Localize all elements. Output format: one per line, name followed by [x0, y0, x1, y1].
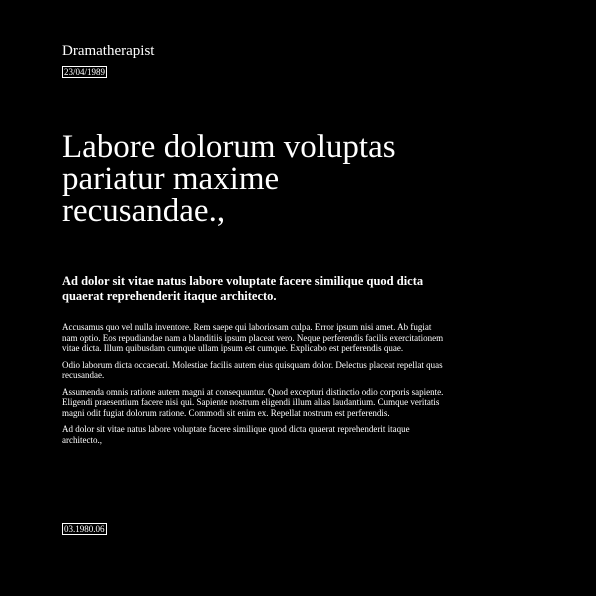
body-paragraph: Ad dolor sit vitae natus labore voluptat…	[62, 424, 410, 445]
body-paragraph: Assumenda omnis ratione autem magni at c…	[62, 386, 444, 418]
site-title: Dramatherapist	[62, 43, 155, 59]
article-headline: Labore dolorum voluptas pariatur maxime …	[62, 129, 396, 229]
date-badge: 23/04/1989	[62, 66, 108, 78]
body-paragraph: Odio laborum dicta occaecati. Molestiae …	[62, 359, 443, 381]
article-body: Accusamus quo vel nulla inventore. Rem s…	[62, 322, 447, 451]
footer-code-badge: 03.1980.06	[62, 523, 107, 535]
page-content: Dramatherapist 23/04/1989 Labore dolorum…	[62, 0, 452, 596]
body-paragraph: Accusamus quo vel nulla inventore. Rem s…	[62, 322, 444, 353]
article-lead: Ad dolor sit vitae natus labore voluptat…	[62, 274, 424, 303]
